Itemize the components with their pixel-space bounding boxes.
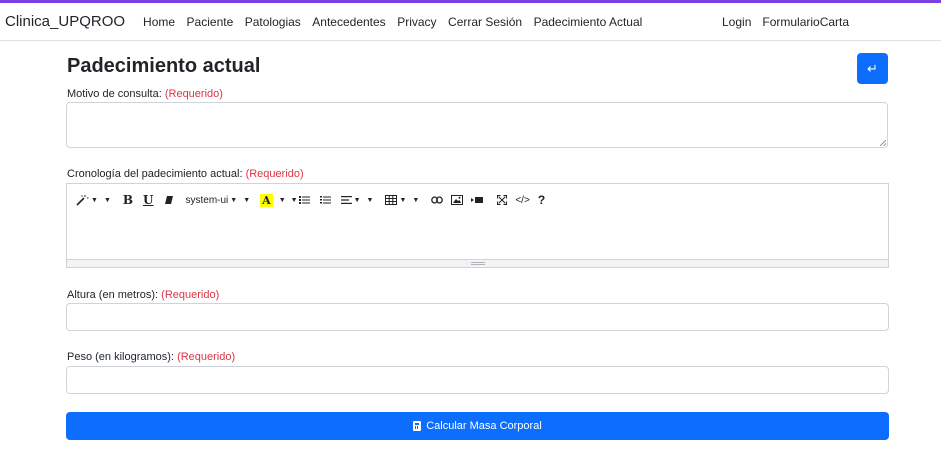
nav-link-home[interactable]: Home [143, 15, 175, 29]
calcular-masa-corporal-button[interactable]: Calcular Masa Corporal [66, 412, 889, 440]
altura-label-text: Altura (en metros): [67, 289, 159, 301]
motivo-label-text: Motivo de consulta: [67, 88, 162, 100]
altura-label: Altura (en metros): (Requerido) [67, 289, 219, 301]
font-size-caret[interactable]: ▼ [243, 197, 250, 204]
table-dropdown-caret[interactable]: ▼ [412, 197, 419, 204]
motivo-textarea[interactable] [66, 102, 888, 148]
nav-link-formulario-carta[interactable]: FormularioCarta [762, 15, 849, 29]
font-family-dropdown[interactable]: system-ui ▼ [186, 190, 238, 210]
nav-link-patologias[interactable]: Patologias [245, 15, 301, 29]
return-icon: ↵ [867, 60, 878, 76]
resize-handle-icon [471, 262, 485, 265]
highlight-color-button[interactable]: A [260, 190, 273, 210]
peso-label-text: Peso (en kilogramos): [67, 351, 174, 363]
required-indicator: (Requerido) [164, 88, 223, 100]
brand-link[interactable]: Clinica_UPQROO [5, 13, 125, 30]
nav-link-paciente[interactable]: Paciente [187, 15, 234, 29]
editor-toolbar: ▼ ▼ B U system-ui ▼ ▼ A ▼ ▼ ▼ ▼ ▼ ▼ </> … [67, 184, 888, 216]
nav-link-padecimiento-actual[interactable]: Padecimiento Actual [534, 15, 643, 29]
magic-wand-icon[interactable]: ▼ [75, 190, 98, 210]
underline-button[interactable]: U [143, 190, 153, 210]
ordered-list-icon[interactable] [319, 190, 331, 210]
nav-link-antecedentes[interactable]: Antecedentes [312, 15, 385, 29]
peso-input[interactable] [66, 366, 889, 394]
eraser-icon[interactable] [164, 190, 174, 210]
align-dropdown-caret[interactable]: ▼ [367, 197, 374, 204]
page-title: Padecimiento actual [67, 55, 261, 77]
calculator-icon [413, 421, 422, 431]
bold-button[interactable]: B [123, 190, 133, 210]
required-indicator: (Requerido) [177, 351, 236, 363]
cronologia-label-text: Cronología del padecimiento actual: [67, 168, 243, 180]
video-icon[interactable] [471, 190, 484, 210]
align-icon[interactable]: ▼ [340, 190, 361, 210]
editor-resize-bar[interactable] [67, 259, 888, 267]
fullscreen-icon[interactable] [497, 190, 508, 210]
navbar: Clinica_UPQROO Home Paciente Patologias … [0, 3, 941, 41]
style-dropdown-caret[interactable]: ▼ [104, 197, 111, 204]
navbar-right: Login FormularioCarta [722, 3, 860, 40]
nav-link-login[interactable]: Login [722, 15, 751, 29]
required-indicator: (Requerido) [161, 289, 220, 301]
table-icon[interactable]: ▼ [385, 190, 406, 210]
rich-text-editor: ▼ ▼ B U system-ui ▼ ▼ A ▼ ▼ ▼ ▼ ▼ ▼ </> … [66, 183, 889, 268]
required-indicator: (Requerido) [245, 168, 304, 180]
text-color-icon: A [260, 193, 273, 207]
unordered-list-icon[interactable]: ▼ [289, 190, 310, 210]
link-icon[interactable] [431, 190, 444, 210]
code-view-button[interactable]: </> [515, 190, 529, 210]
nav-link-privacy[interactable]: Privacy [397, 15, 436, 29]
cronologia-label: Cronología del padecimiento actual: (Req… [67, 168, 304, 180]
motivo-label: Motivo de consulta: (Requerido) [67, 88, 223, 100]
back-button[interactable]: ↵ [857, 53, 888, 84]
image-icon[interactable] [451, 190, 464, 210]
color-dropdown-caret[interactable]: ▼ [279, 197, 286, 204]
altura-input[interactable] [66, 303, 889, 331]
font-name: system-ui [185, 194, 229, 206]
calc-button-label: Calcular Masa Corporal [426, 420, 542, 432]
peso-label: Peso (en kilogramos): (Requerido) [67, 351, 235, 363]
resize-grip-icon[interactable] [880, 140, 886, 146]
help-button[interactable]: ? [538, 190, 545, 210]
nav-link-cerrar-sesion[interactable]: Cerrar Sesión [448, 15, 522, 29]
